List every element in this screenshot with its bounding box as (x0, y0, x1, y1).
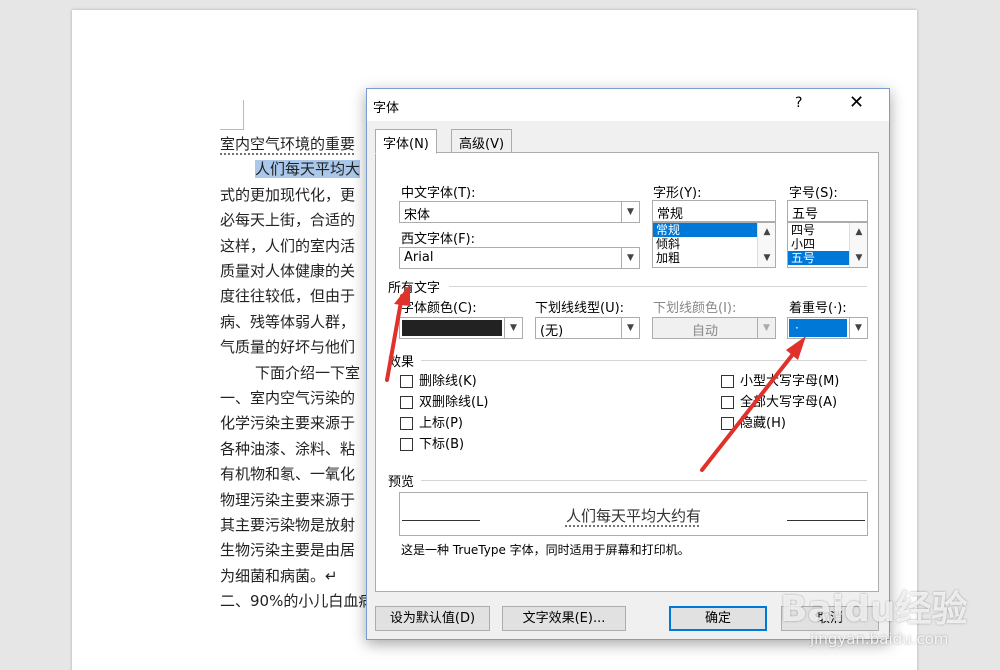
all-text-heading: 所有文字 (388, 281, 441, 296)
emphasis-value: · (789, 319, 847, 337)
document-line: 气质量的好坏与他们 (220, 338, 356, 357)
watermark-url: jingyan.baidu.com (810, 630, 949, 648)
superscript-checkbox[interactable]: 上标(P) (400, 416, 463, 432)
scrollbar[interactable]: ▲ ▼ (757, 223, 775, 267)
checkbox-box[interactable] (400, 375, 413, 388)
size-input[interactable]: 五号 (787, 200, 868, 222)
tab-font[interactable]: 字体(N) (375, 129, 437, 154)
underline-style-value: (无) (540, 324, 564, 339)
checkbox-label: 全部大写字母(A) (740, 395, 838, 410)
document-line: 为细菌和病菌。↵ (220, 566, 338, 585)
chevron-down-icon[interactable]: ▼ (621, 202, 639, 222)
preview-text: 人们每天平均大约有 (565, 507, 701, 525)
document-line: 度往往较低，但由于 (220, 287, 356, 306)
watermark-brand: Baidu经验 (780, 589, 968, 630)
divider (421, 480, 867, 481)
hidden-checkbox[interactable]: 隐藏(H) (721, 416, 786, 432)
chevron-down-icon[interactable]: ▼ (621, 318, 639, 338)
checkbox-label: 上标(P) (419, 416, 463, 431)
checkbox-box[interactable] (400, 396, 413, 409)
all-caps-checkbox[interactable]: 全部大写字母(A) (721, 395, 837, 411)
set-default-button[interactable]: 设为默认值(D) (375, 606, 490, 631)
divider (421, 360, 867, 361)
preview-box: 人们每天平均大约有 (399, 492, 868, 536)
document-line: 室内空气环境的重要 (220, 135, 356, 153)
subscript-checkbox[interactable]: 下标(B) (400, 437, 464, 453)
document-line: 式的更加现代化，更 (220, 185, 356, 204)
document-line: 人们每天平均大 (255, 160, 361, 179)
checkbox-label: 双删除线(L) (419, 395, 489, 410)
dialog-title: 字体 (373, 101, 400, 116)
document-line: 物理污染主要来源于 (220, 490, 356, 509)
scrollbar[interactable]: ▲ ▼ (849, 223, 867, 267)
document-line: 生物污染主要是由居 (220, 541, 356, 560)
west-font-value: Arial (404, 250, 434, 265)
underline-style-combo[interactable]: (无) ▼ (535, 317, 640, 339)
font-color-combo[interactable]: ▼ (399, 317, 523, 339)
divider (449, 286, 867, 287)
dialog-titlebar: 字体 ? ✕ (367, 89, 889, 121)
ok-button[interactable]: 确定 (669, 606, 767, 631)
preview-baseline-right (787, 520, 865, 521)
effects-heading: 效果 (388, 355, 415, 370)
chevron-down-icon: ▼ (757, 318, 775, 338)
close-button[interactable]: ✕ (849, 92, 864, 113)
checkbox-box[interactable] (721, 396, 734, 409)
emphasis-combo[interactable]: · ▼ (787, 317, 868, 339)
underline-color-value: 自动 (691, 324, 718, 339)
checkbox-box[interactable] (721, 375, 734, 388)
tab-advanced[interactable]: 高级(V) (451, 129, 513, 153)
size-listbox[interactable]: 四号 小四 五号 ▲ ▼ (787, 222, 868, 268)
west-font-combo[interactable]: Arial ▼ (399, 247, 640, 269)
checkbox-label: 下标(B) (419, 437, 465, 452)
margin-corner-mark (220, 100, 244, 130)
checkbox-box[interactable] (400, 417, 413, 430)
emphasis-label: 着重号(·): (789, 301, 847, 316)
document-line: 有机物和氡、一氧化 (220, 465, 356, 484)
checkbox-box[interactable] (721, 417, 734, 430)
color-swatch (402, 320, 502, 336)
document-line: 必每天上街，合适的 (220, 211, 356, 230)
baidu-watermark: Baidu经验 jingyan.baidu.com (770, 572, 970, 662)
checkbox-label: 删除线(K) (419, 374, 477, 389)
document-line: 一、室内空气污染的 (220, 389, 356, 407)
underline-color-label: 下划线颜色(I): (653, 301, 737, 316)
help-button[interactable]: ? (795, 95, 802, 111)
preview-heading: 预览 (388, 475, 415, 490)
small-caps-checkbox[interactable]: 小型大写字母(M) (721, 374, 839, 390)
document-line: 病、残等体弱人群， (220, 312, 356, 331)
cn-font-value: 宋体 (404, 208, 431, 223)
document-line: 各种油漆、涂料、粘 (220, 439, 356, 458)
west-font-label: 西文字体(F): (401, 232, 476, 247)
checkbox-label: 隐藏(H) (740, 416, 786, 431)
chevron-down-icon[interactable]: ▼ (504, 318, 522, 338)
style-listbox[interactable]: 常规 倾斜 加粗 ▲ ▼ (652, 222, 776, 268)
font-dialog: 字体 ? ✕ 字体(N) 高级(V) 中文字体(T): 宋体 ▼ 西文字体(F)… (366, 88, 890, 640)
double-strikethrough-checkbox[interactable]: 双删除线(L) (400, 395, 488, 411)
document-line: 其主要污染物是放射 (220, 516, 356, 534)
chevron-down-icon[interactable]: ▼ (621, 248, 639, 268)
document-line: 化学污染主要来源于 (220, 414, 356, 433)
underline-color-combo: 自动 ▼ (652, 317, 776, 339)
strikethrough-checkbox[interactable]: 删除线(K) (400, 374, 477, 390)
document-line: 下面介绍一下室 (255, 363, 361, 382)
font-color-label: 字体颜色(C): (401, 301, 477, 316)
preview-note: 这是一种 TrueType 字体，同时适用于屏幕和打印机。 (401, 543, 690, 557)
document-line: 质量对人体健康的关 (220, 262, 356, 280)
checkbox-label: 小型大写字母(M) (740, 374, 840, 389)
size-label: 字号(S): (789, 186, 838, 201)
text-effects-button[interactable]: 文字效果(E)... (502, 606, 626, 631)
cn-font-label: 中文字体(T): (401, 186, 476, 201)
cn-font-combo[interactable]: 宋体 ▼ (399, 201, 640, 223)
style-label: 字形(Y): (653, 186, 702, 201)
underline-style-label: 下划线线型(U): (535, 301, 625, 316)
style-input[interactable]: 常规 (652, 200, 776, 222)
chevron-down-icon[interactable]: ▼ (849, 318, 867, 338)
checkbox-box[interactable] (400, 438, 413, 451)
document-line: 这样，人们的室内活 (220, 236, 356, 255)
